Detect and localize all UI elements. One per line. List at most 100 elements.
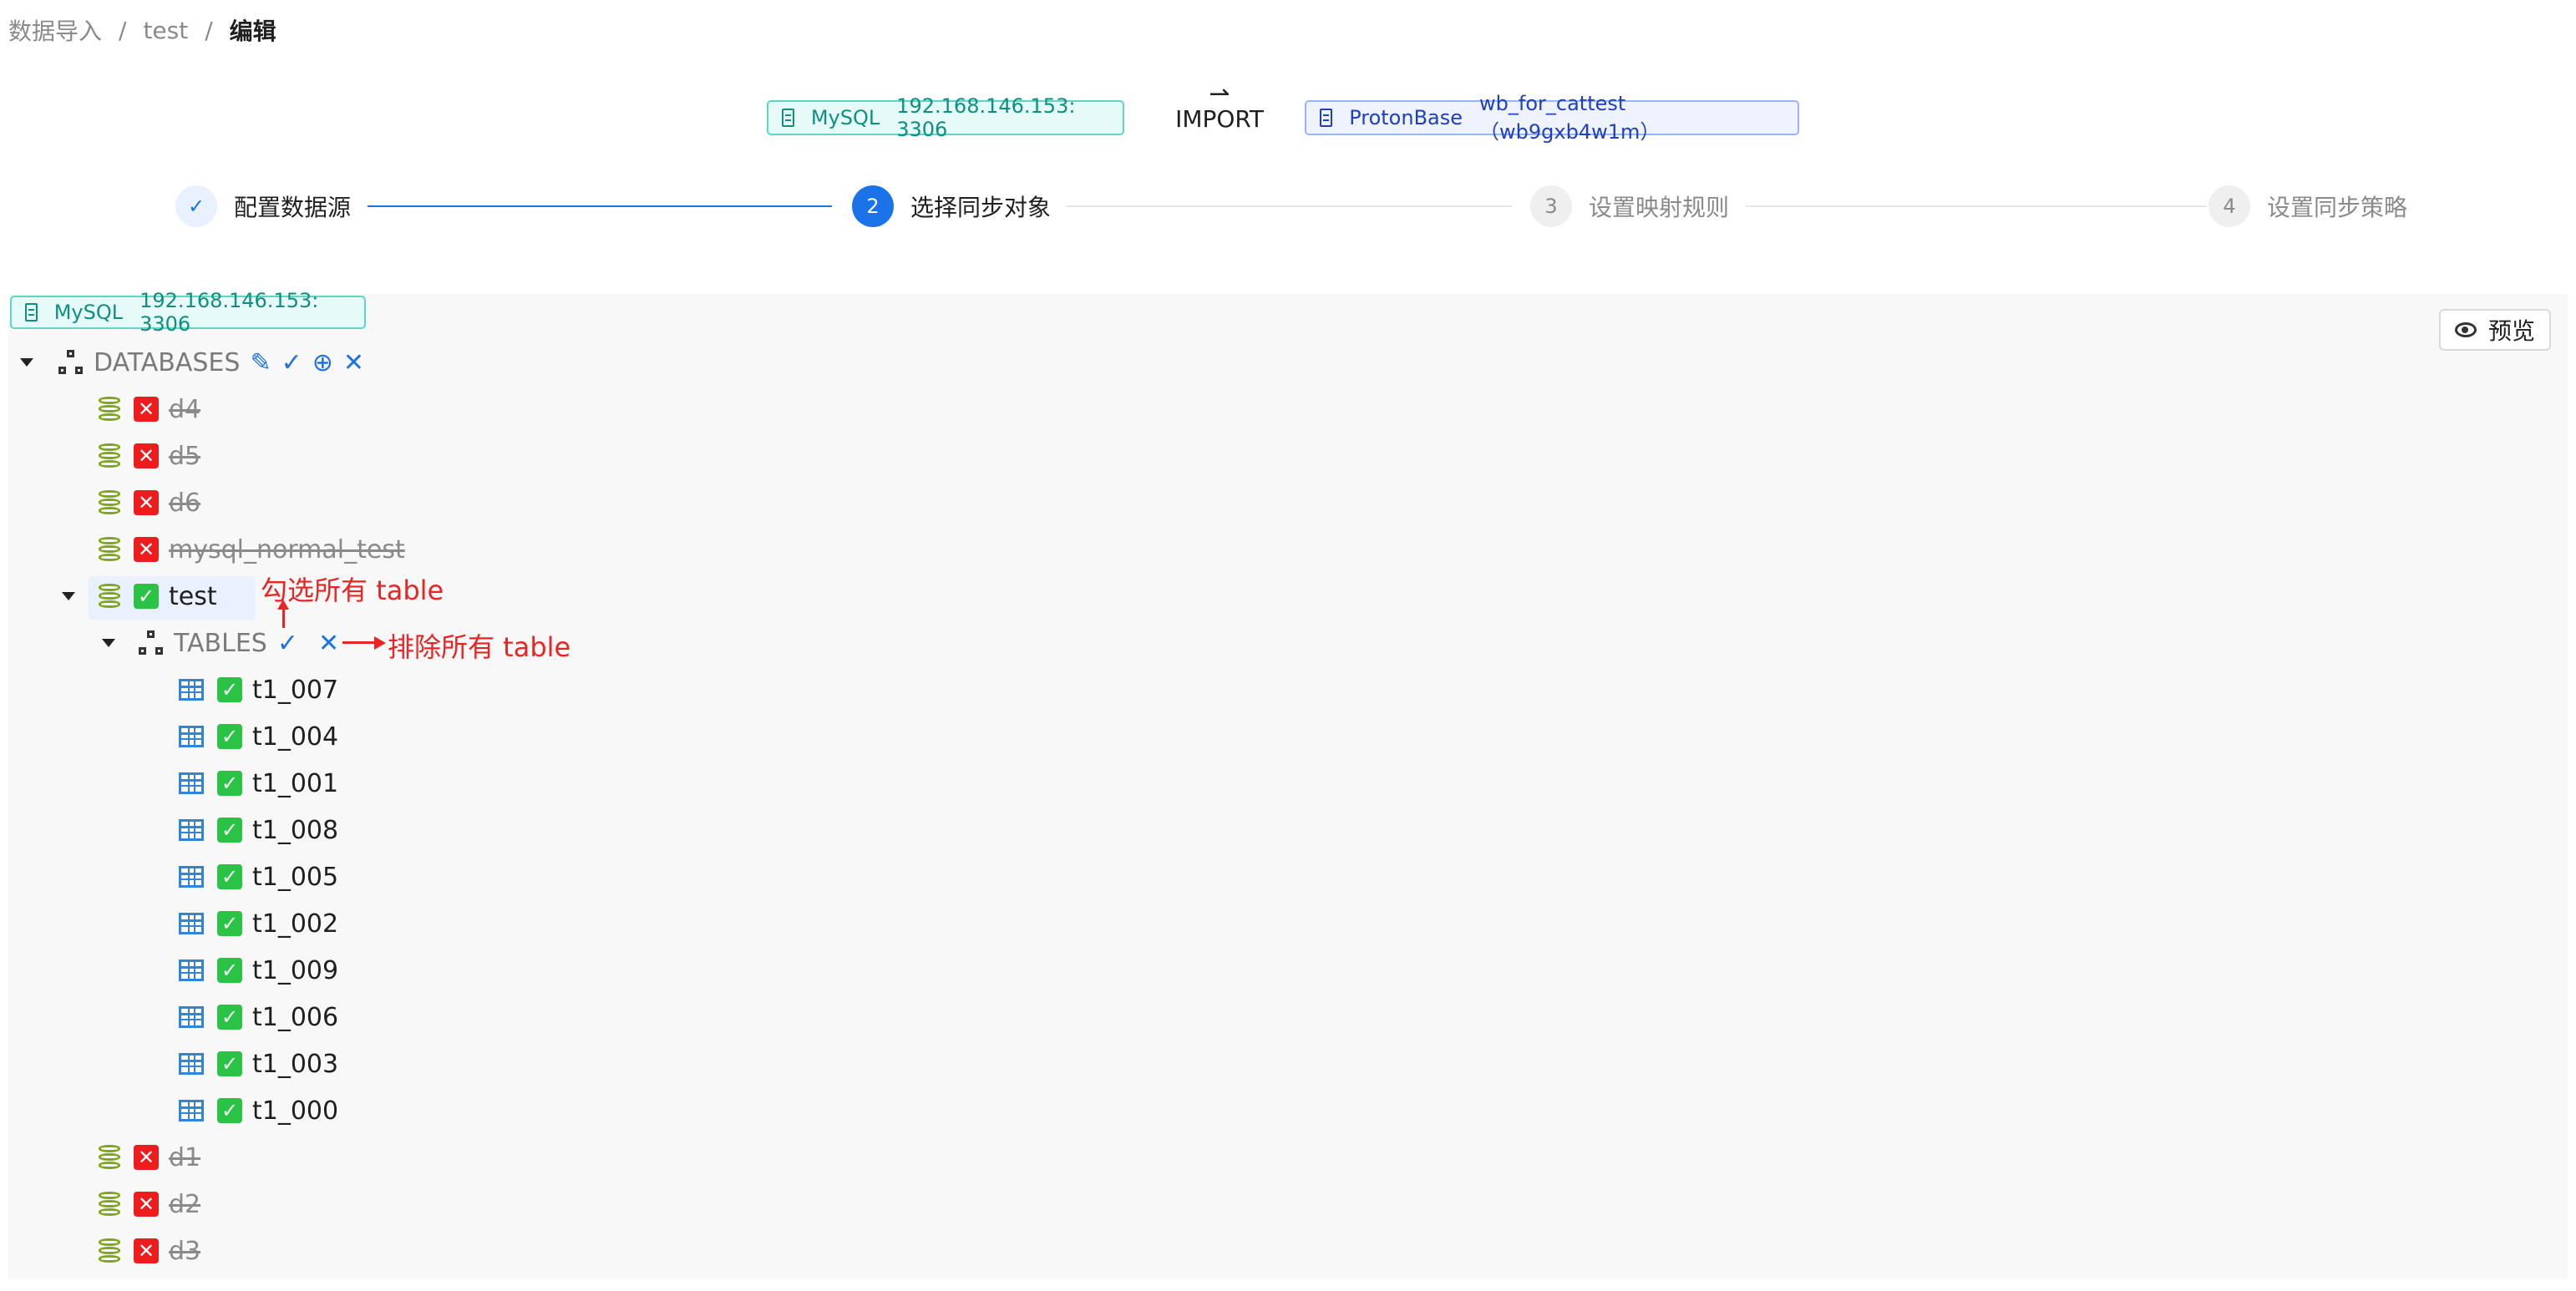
import-label: IMPORT [1175, 105, 1264, 133]
step-1[interactable]: ✓ 配置数据源 [175, 185, 351, 227]
excluded-checkbox[interactable]: ✕ [134, 397, 159, 422]
selected-checkbox[interactable]: ✓ [134, 584, 159, 609]
database-icon [99, 397, 120, 422]
table-icon [179, 1053, 204, 1075]
database-name: d3 [169, 1236, 201, 1266]
databases-label: DATABASES [94, 347, 241, 377]
breadcrumb-data-import[interactable]: 数据导入 [8, 13, 102, 47]
step-3[interactable]: 3 设置映射规则 [1530, 185, 1729, 227]
tables-node: TABLES ✓ ✕ [102, 620, 339, 666]
step-2[interactable]: 2 选择同步对象 [852, 185, 1051, 227]
table-item[interactable]: ✓ t1_002 [179, 900, 338, 947]
selected-checkbox[interactable]: ✓ [217, 911, 242, 936]
database-item[interactable]: ✕ d5 [99, 433, 200, 479]
hierarchy-icon [58, 350, 84, 375]
database-item[interactable]: ✕ d3 [99, 1228, 200, 1274]
selected-checkbox[interactable]: ✓ [217, 677, 242, 702]
table-icon [179, 866, 204, 888]
breadcrumb-test[interactable]: test [143, 17, 188, 44]
table-item[interactable]: ✓ t1_001 [179, 760, 338, 807]
selected-checkbox[interactable]: ✓ [217, 1005, 242, 1030]
database-icon [99, 490, 120, 515]
table-name: t1_002 [252, 909, 339, 939]
table-item[interactable]: ✓ t1_004 [179, 713, 338, 760]
table-name: t1_004 [252, 721, 339, 752]
table-item[interactable]: ✓ t1_007 [179, 666, 338, 713]
selected-checkbox[interactable]: ✓ [217, 958, 242, 983]
hierarchy-icon [139, 630, 164, 656]
database-name: test [169, 581, 217, 611]
breadcrumb-separator: / [119, 16, 127, 44]
table-item[interactable]: ✓ t1_000 [179, 1087, 338, 1134]
target-connection-tag: ProtonBase wb_for_cattest（wb9gxb4w1m） [1305, 92, 1799, 144]
excluded-checkbox[interactable]: ✕ [134, 1238, 159, 1263]
excluded-checkbox[interactable]: ✕ [134, 1145, 159, 1170]
table-item[interactable]: ✓ t1_003 [179, 1040, 338, 1087]
table-name: t1_005 [252, 862, 339, 892]
table-name: t1_003 [252, 1049, 339, 1079]
table-icon [179, 726, 204, 747]
arrow-right-icon: ⇀ [1209, 79, 1230, 109]
database-icon [99, 1238, 120, 1263]
database-name: d1 [169, 1142, 201, 1172]
database-icon [99, 584, 120, 609]
table-icon [179, 1100, 204, 1121]
source-address: 192.168.146.153: 3306 [896, 94, 1076, 141]
database-file-icon [1320, 109, 1333, 127]
caret-down-icon[interactable] [62, 592, 75, 600]
tables-label: TABLES [174, 628, 267, 658]
source-kind: MySQL [810, 106, 880, 129]
caret-down-icon[interactable] [20, 358, 33, 367]
preview-button[interactable]: 预览 [2439, 309, 2551, 351]
database-file-icon [782, 109, 794, 127]
step-connector-3 [1746, 205, 2207, 207]
table-item[interactable]: ✓ t1_008 [179, 807, 338, 853]
excluded-checkbox[interactable]: ✕ [134, 537, 159, 562]
selected-checkbox[interactable]: ✓ [217, 1098, 242, 1123]
selected-checkbox[interactable]: ✓ [217, 771, 242, 796]
step-4[interactable]: 4 设置同步策略 [2208, 185, 2407, 227]
database-item[interactable]: ✕ d6 [99, 479, 200, 526]
database-item[interactable]: ✕ mysql_normal_test [99, 526, 405, 573]
excluded-checkbox[interactable]: ✕ [134, 490, 159, 515]
step-1-label: 配置数据源 [234, 194, 352, 221]
close-icon[interactable]: ✕ [343, 348, 364, 377]
table-icon [179, 772, 204, 794]
database-item[interactable]: ✕ d1 [99, 1134, 200, 1181]
object-selection-panel [8, 294, 2568, 1279]
caret-down-icon[interactable] [102, 639, 115, 647]
database-name: d6 [169, 488, 201, 518]
table-item[interactable]: ✓ t1_009 [179, 947, 338, 994]
excluded-checkbox[interactable]: ✕ [134, 443, 159, 468]
exclude-all-tables-icon[interactable]: ✕ [318, 629, 339, 658]
arrow-right-icon [374, 636, 386, 650]
database-file-icon [25, 303, 38, 321]
database-item[interactable]: ✕ d2 [99, 1181, 200, 1228]
check-all-tables-icon[interactable]: ✓ [277, 629, 298, 658]
panel-source-kind: MySQL [53, 301, 124, 324]
selected-checkbox[interactable]: ✓ [217, 818, 242, 843]
edit-icon[interactable]: ✎ [250, 348, 271, 377]
panel-source-address: 192.168.146.153: 3306 [139, 289, 319, 336]
source-connection-tag: MySQL 192.168.146.153: 3306 [767, 94, 1124, 141]
selected-checkbox[interactable]: ✓ [217, 864, 242, 889]
table-item[interactable]: ✓ t1_006 [179, 994, 338, 1040]
table-name: t1_009 [252, 955, 339, 985]
panel-source-tag: MySQL 192.168.146.153: 3306 [10, 289, 366, 336]
database-icon [99, 1145, 120, 1170]
step-3-number: 3 [1530, 185, 1572, 227]
annotation-exclude-all: 排除所有 table [388, 631, 571, 663]
locate-icon[interactable]: ⊕ [312, 348, 333, 377]
table-item[interactable]: ✓ t1_005 [179, 853, 338, 900]
step-connector-2 [1066, 205, 1512, 207]
database-name: d4 [169, 394, 201, 424]
database-item-test[interactable]: ✓ test [62, 573, 217, 620]
check-all-icon[interactable]: ✓ [281, 348, 302, 377]
database-item[interactable]: ✕ d4 [99, 386, 200, 433]
selected-checkbox[interactable]: ✓ [217, 724, 242, 749]
step-2-number: 2 [852, 185, 894, 227]
selected-checkbox[interactable]: ✓ [217, 1051, 242, 1076]
excluded-checkbox[interactable]: ✕ [134, 1192, 159, 1217]
step-2-label: 选择同步对象 [910, 194, 1052, 221]
database-name: d5 [169, 441, 201, 471]
